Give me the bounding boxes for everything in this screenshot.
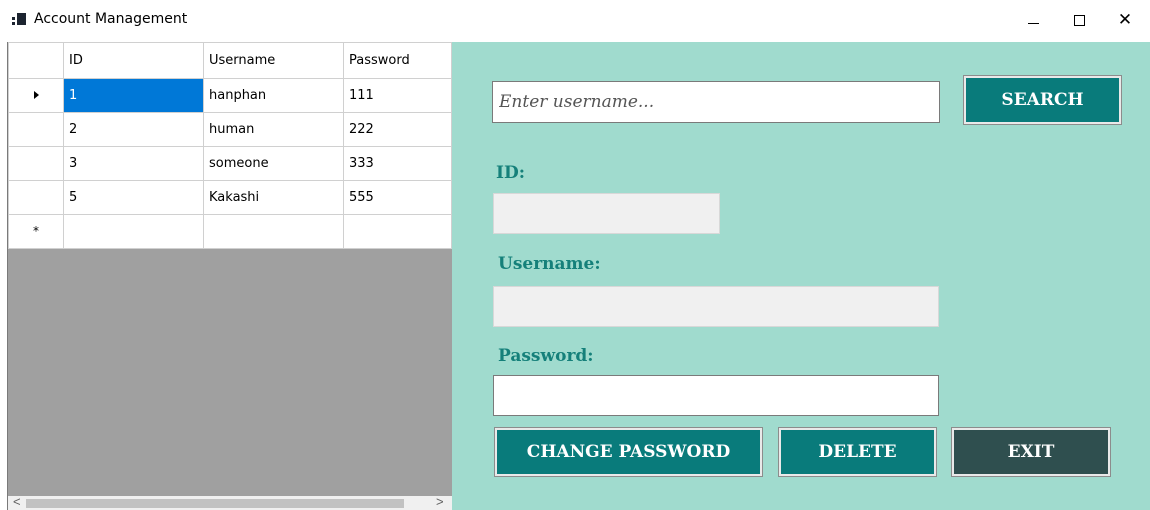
account-form-panel: SEARCH ID: Username: Password: CHANGE PA… bbox=[452, 42, 1150, 510]
cell-id[interactable]: 1 bbox=[63, 78, 204, 113]
minimize-icon bbox=[1027, 22, 1039, 24]
row-header[interactable] bbox=[8, 78, 64, 113]
cell-id[interactable]: 3 bbox=[63, 146, 204, 181]
search-button[interactable]: SEARCH bbox=[963, 75, 1122, 125]
cell-id[interactable]: 5 bbox=[63, 180, 204, 215]
table-row[interactable]: 2 human 222 bbox=[8, 112, 452, 147]
row-header[interactable] bbox=[8, 180, 64, 215]
column-header-username[interactable]: Username bbox=[203, 42, 344, 79]
table-row[interactable]: 5 Kakashi 555 bbox=[8, 180, 452, 215]
password-label: Password: bbox=[498, 346, 594, 366]
cell-username[interactable]: Kakashi bbox=[203, 180, 344, 215]
title-bar: Account Management ✕ bbox=[0, 0, 1150, 40]
new-cell-username[interactable] bbox=[203, 214, 344, 249]
header-row: ID Username Password bbox=[8, 42, 452, 79]
accounts-grid[interactable]: ID Username Password 1 hanphan 111 2 hum… bbox=[7, 42, 452, 510]
accounts-table: ID Username Password 1 hanphan 111 2 hum… bbox=[8, 42, 452, 249]
new-row-header[interactable]: * bbox=[8, 214, 64, 249]
close-icon: ✕ bbox=[1117, 10, 1133, 30]
cell-password[interactable]: 111 bbox=[343, 78, 452, 113]
change-password-button[interactable]: CHANGE PASSWORD bbox=[494, 427, 763, 477]
maximize-icon bbox=[1073, 14, 1085, 26]
maximize-button[interactable] bbox=[1056, 0, 1102, 40]
new-row[interactable]: * bbox=[8, 214, 452, 249]
scrollbar-thumb[interactable] bbox=[26, 499, 404, 508]
password-field[interactable] bbox=[493, 375, 939, 416]
current-row-icon bbox=[33, 91, 39, 99]
window-title: Account Management bbox=[34, 11, 188, 27]
row-header[interactable] bbox=[8, 112, 64, 147]
cell-username[interactable]: human bbox=[203, 112, 344, 147]
cell-username[interactable]: someone bbox=[203, 146, 344, 181]
cell-username[interactable]: hanphan bbox=[203, 78, 344, 113]
username-label: Username: bbox=[498, 254, 601, 274]
cell-password[interactable]: 222 bbox=[343, 112, 452, 147]
scroll-left-icon[interactable]: < bbox=[13, 494, 21, 509]
id-input bbox=[494, 194, 719, 233]
new-cell-id[interactable] bbox=[63, 214, 204, 249]
delete-button[interactable]: DELETE bbox=[778, 427, 937, 477]
new-cell-password[interactable] bbox=[343, 214, 452, 249]
row-header[interactable] bbox=[8, 146, 64, 181]
id-field bbox=[493, 193, 720, 234]
horizontal-scrollbar[interactable]: < > bbox=[8, 494, 452, 510]
row-header-corner[interactable] bbox=[8, 42, 64, 79]
username-field bbox=[493, 286, 939, 327]
username-input bbox=[494, 287, 938, 326]
new-row-icon: * bbox=[33, 224, 39, 238]
cell-id[interactable]: 2 bbox=[63, 112, 204, 147]
app-icon bbox=[12, 13, 26, 25]
minimize-button[interactable] bbox=[1010, 0, 1056, 40]
close-button[interactable]: ✕ bbox=[1102, 0, 1148, 40]
exit-button[interactable]: EXIT bbox=[951, 427, 1111, 477]
search-input[interactable] bbox=[493, 82, 939, 122]
cell-password[interactable]: 333 bbox=[343, 146, 452, 181]
search-field[interactable] bbox=[492, 81, 940, 123]
column-header-id[interactable]: ID bbox=[63, 42, 204, 79]
scroll-right-icon[interactable]: > bbox=[436, 494, 444, 509]
table-row[interactable]: 3 someone 333 bbox=[8, 146, 452, 181]
column-header-password[interactable]: Password bbox=[343, 42, 452, 79]
password-input[interactable] bbox=[494, 376, 938, 415]
id-label: ID: bbox=[496, 163, 525, 183]
cell-password[interactable]: 555 bbox=[343, 180, 452, 215]
table-row[interactable]: 1 hanphan 111 bbox=[8, 78, 452, 113]
